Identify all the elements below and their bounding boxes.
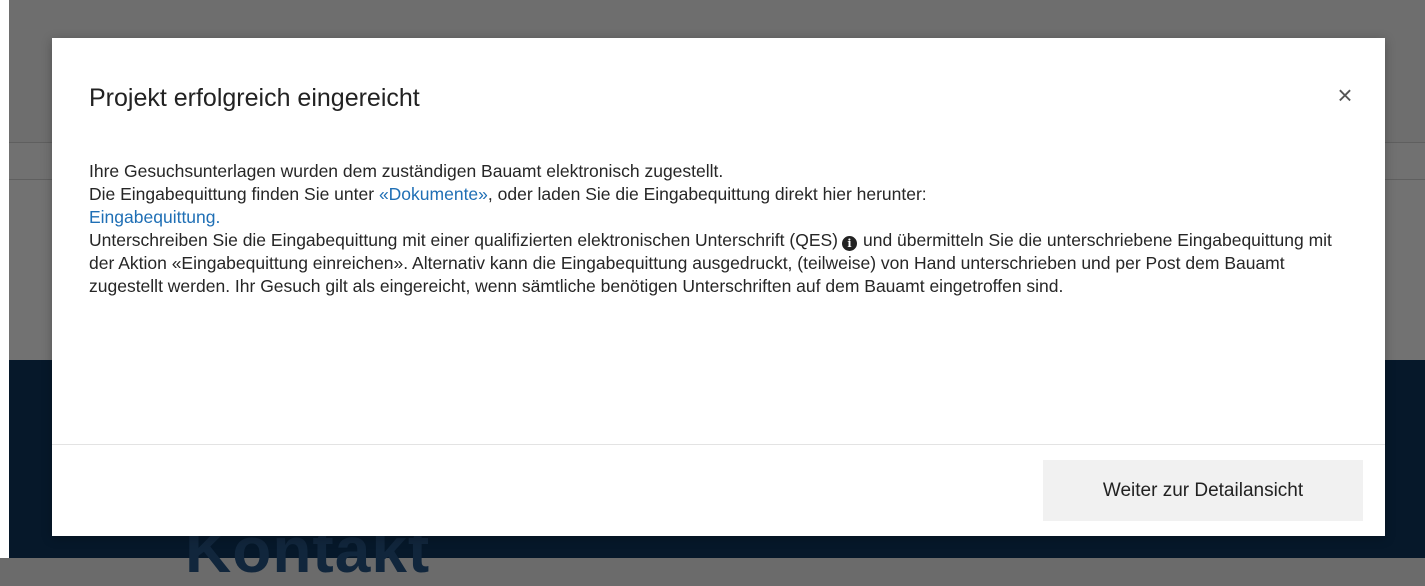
- body-text-line2-suffix: , oder laden Sie die Eingabequittung dir…: [487, 184, 927, 204]
- continue-to-detail-button[interactable]: Weiter zur Detailansicht: [1043, 460, 1363, 521]
- body-text-line1: Ihre Gesuchsunterlagen wurden dem zustän…: [89, 161, 724, 181]
- window-edge: [0, 0, 9, 558]
- receipt-download-link[interactable]: Eingabequittung.: [89, 207, 220, 227]
- dialog-body: Ihre Gesuchsunterlagen wurden dem zustän…: [89, 160, 1339, 298]
- info-icon[interactable]: i: [842, 236, 857, 251]
- dialog-footer-divider: [52, 444, 1385, 445]
- documents-link[interactable]: «Dokumente»: [379, 184, 488, 204]
- body-text-line2: Die Eingabequittung finden Sie unter «Do…: [89, 183, 1339, 206]
- body-text-line2-prefix: Die Eingabequittung finden Sie unter: [89, 184, 379, 204]
- receipt-link-line: Eingabequittung.: [89, 206, 1339, 229]
- body-text-para3: Unterschreiben Sie die Eingabequittung m…: [89, 229, 1339, 298]
- submission-success-dialog: Projekt erfolgreich eingereicht × Ihre G…: [52, 38, 1385, 536]
- body-text-para3-prefix: Unterschreiben Sie die Eingabequittung m…: [89, 230, 838, 250]
- dialog-title: Projekt erfolgreich eingereicht: [89, 84, 420, 112]
- close-icon: ×: [1337, 79, 1353, 110]
- close-button[interactable]: ×: [1330, 80, 1360, 110]
